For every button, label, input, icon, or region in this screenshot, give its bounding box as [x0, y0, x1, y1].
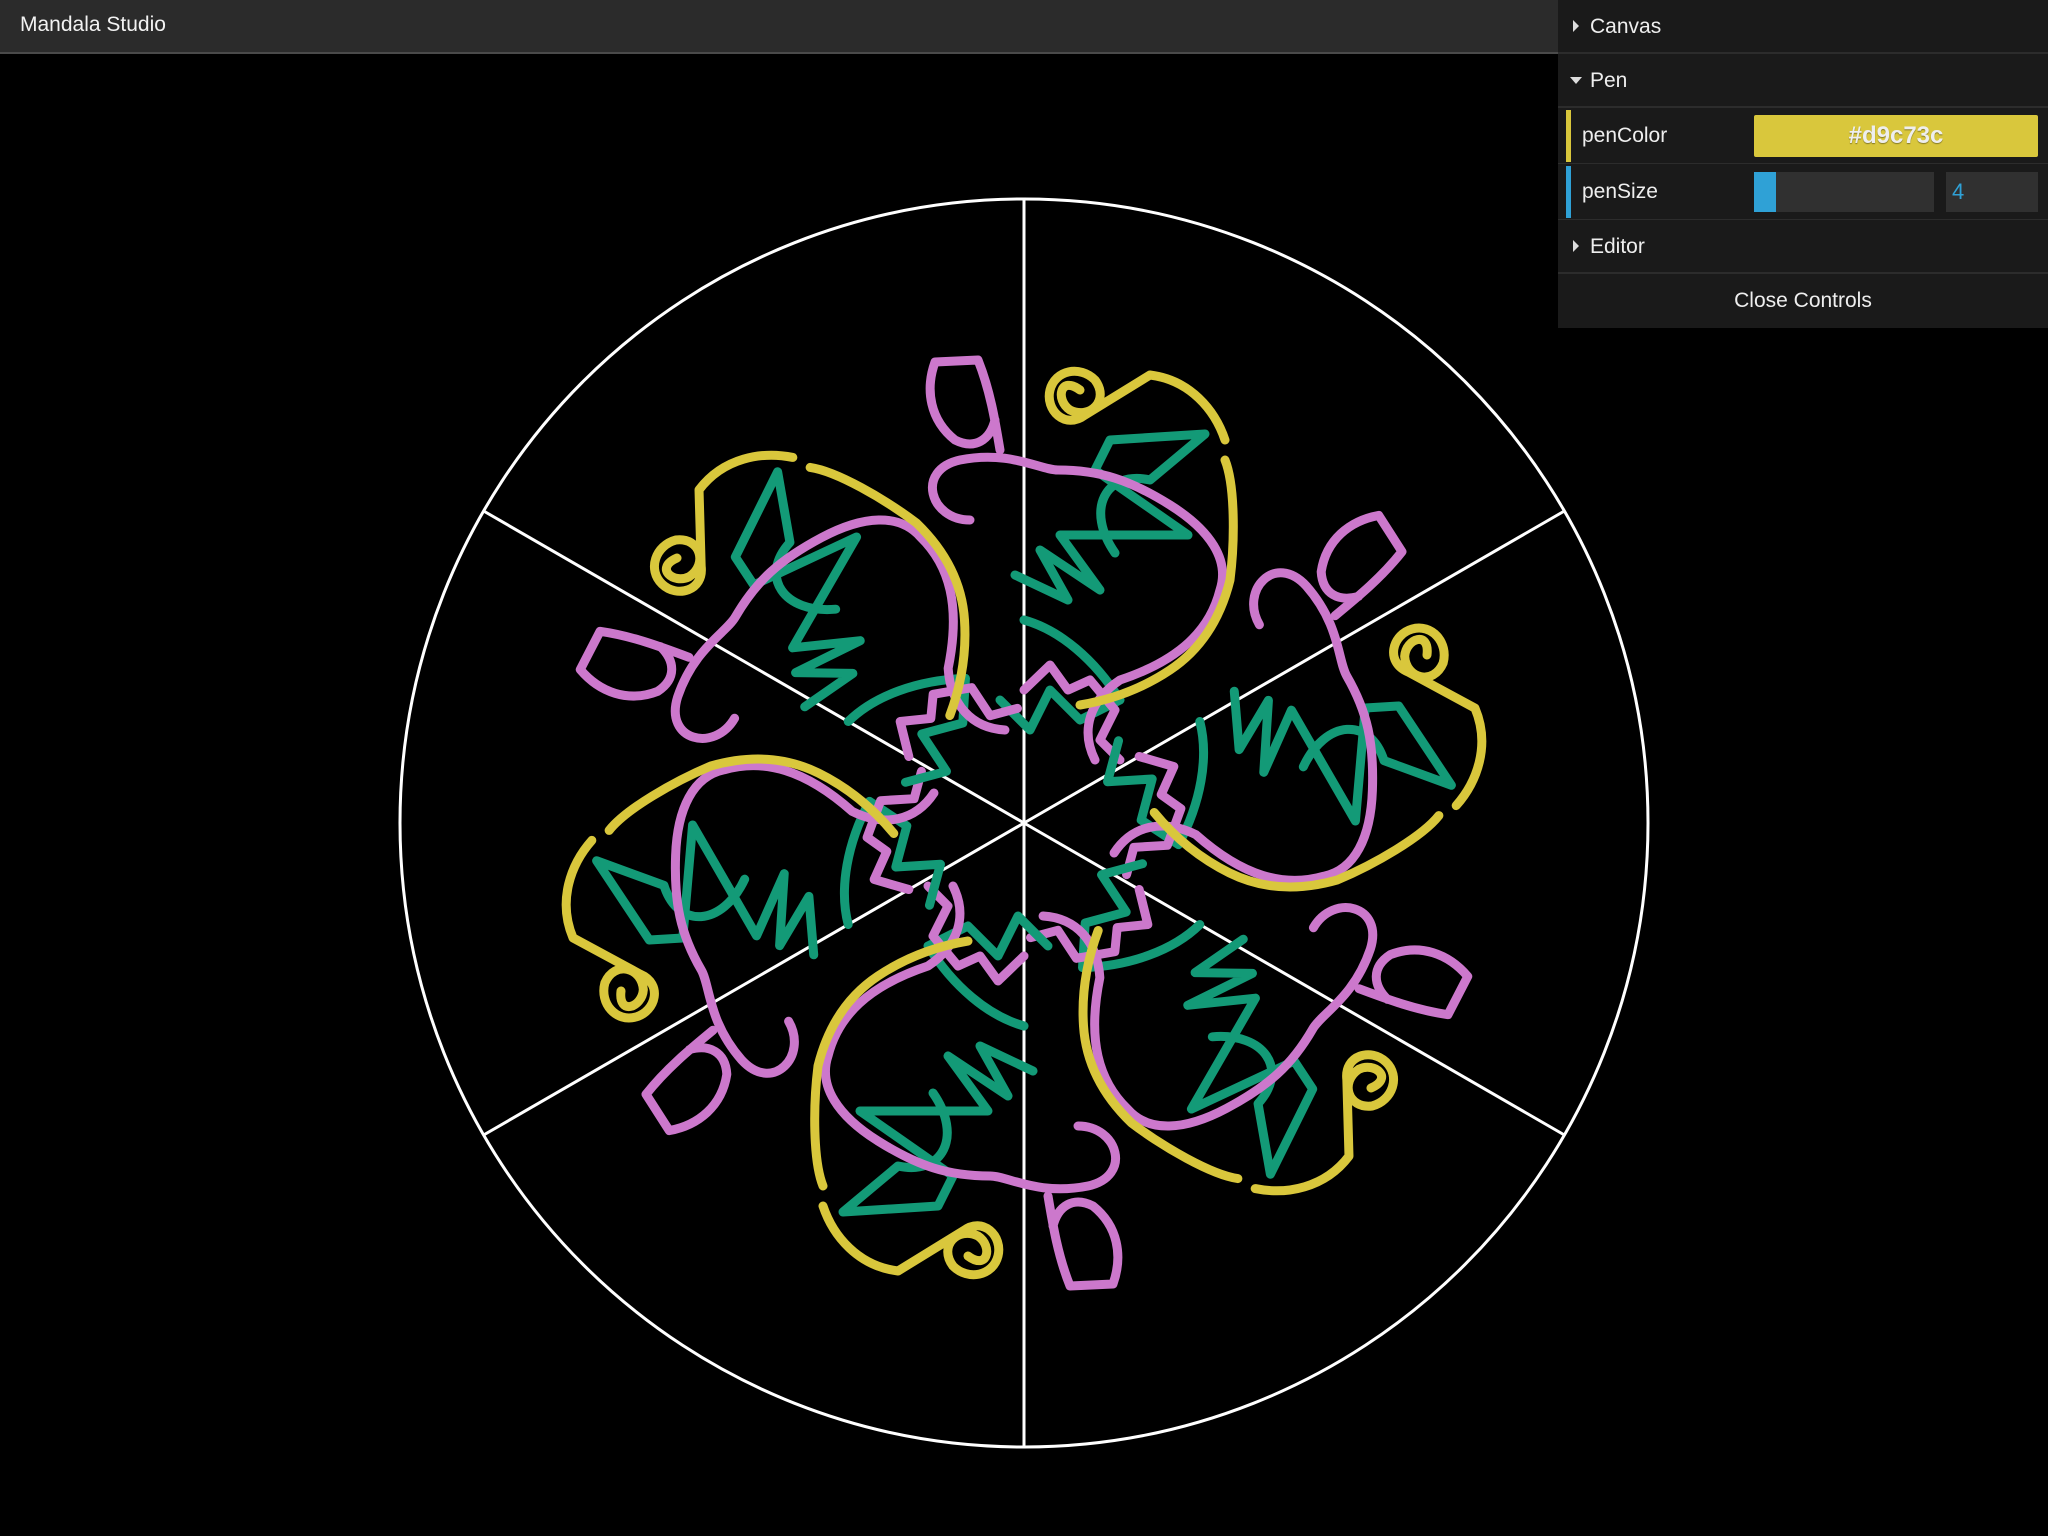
pen-size-slider-fill: [1754, 172, 1776, 212]
mandala-motif-copy: [1026, 859, 1473, 1196]
pink-tag-stroke: [1043, 1191, 1123, 1291]
folder-editor[interactable]: Editor: [1558, 220, 2048, 274]
pen-size-input[interactable]: 4: [1946, 172, 2038, 212]
color-row-stripe: [1566, 110, 1571, 162]
pen-color-row: penColor #d9c73c: [1558, 108, 2048, 164]
pen-size-slider[interactable]: [1754, 172, 1934, 212]
yellow-loop-stroke: [818, 1201, 1004, 1280]
folder-editor-label: Editor: [1590, 235, 1645, 258]
caret-down-icon: [1570, 77, 1582, 84]
folder-canvas-label: Canvas: [1590, 15, 1662, 38]
folder-pen[interactable]: Pen: [1558, 54, 2048, 108]
caret-right-icon: [1573, 20, 1579, 32]
number-row-stripe: [1566, 166, 1571, 218]
teal-petal-stroke: [838, 1041, 1038, 1217]
teal-petal-stroke: [1010, 429, 1210, 605]
yellow-loop-stroke: [1044, 366, 1230, 445]
pen-color-label: penColor: [1582, 124, 1668, 147]
controls-panel: Canvas Pen penColor #d9c73c penSize 4 Ed…: [1558, 0, 2048, 328]
pen-color-swatch[interactable]: #d9c73c: [1754, 115, 2038, 157]
app-title: Mandala Studio: [20, 13, 166, 36]
folder-canvas[interactable]: Canvas: [1558, 0, 2048, 54]
teal-petal-stroke: [1183, 934, 1318, 1179]
folder-pen-label: Pen: [1590, 69, 1628, 92]
pen-size-row: penSize 4: [1558, 164, 2048, 220]
teal-petal-stroke: [730, 467, 865, 712]
mandala-guides: [398, 197, 1650, 1449]
mandala-motif-copy: [575, 450, 1022, 787]
close-controls-button[interactable]: Close Controls: [1558, 274, 2048, 328]
pink-tag-stroke: [925, 355, 1005, 455]
caret-right-icon: [1573, 240, 1579, 252]
pen-size-label: penSize: [1582, 180, 1658, 203]
